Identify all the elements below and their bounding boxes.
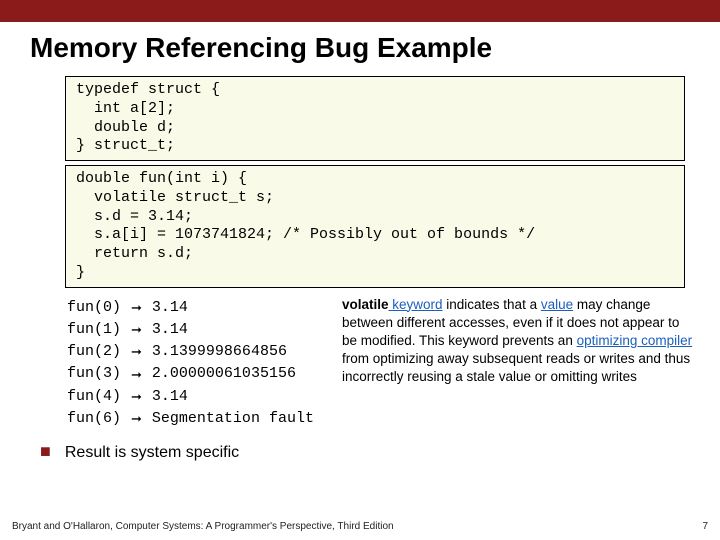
call-cell: fun(6) xyxy=(67,409,129,429)
arrow-icon: ➞ xyxy=(131,409,150,429)
arrow-icon: ➞ xyxy=(131,364,150,384)
table-row: fun(1)➞3.14 xyxy=(67,320,322,340)
text-fragment: from optimizing away subsequent reads or… xyxy=(342,351,690,384)
out-cell: 3.14 xyxy=(152,298,322,318)
results-table: fun(0)➞3.14 fun(1)➞3.14 fun(2)➞3.1399998… xyxy=(65,296,324,432)
kw-volatile: volatile xyxy=(342,297,389,312)
arrow-icon: ➞ xyxy=(131,342,150,362)
out-cell: 3.14 xyxy=(152,387,322,407)
table-row: fun(3)➞2.00000061035156 xyxy=(67,364,322,384)
arrow-icon: ➞ xyxy=(131,320,150,340)
bullet-icon: ■ xyxy=(40,441,51,462)
footer: Bryant and O'Hallaron, Computer Systems:… xyxy=(12,521,708,532)
table-row: fun(6)➞Segmentation fault xyxy=(67,409,322,429)
out-cell: Segmentation fault xyxy=(152,409,322,429)
bullet-item: ■ Result is system specific xyxy=(40,441,324,462)
slide-title: Memory Referencing Bug Example xyxy=(0,22,720,76)
link-optimizing-compiler: optimizing compiler xyxy=(577,333,693,348)
call-cell: fun(4) xyxy=(67,387,129,407)
call-cell: fun(2) xyxy=(67,342,129,362)
out-cell: 3.14 xyxy=(152,320,322,340)
table-row: fun(2)➞3.1399998664856 xyxy=(67,342,322,362)
link-keyword: keyword xyxy=(388,297,442,312)
code-block-struct: typedef struct { int a[2]; double d; } s… xyxy=(65,76,685,161)
arrow-icon: ➞ xyxy=(131,387,150,407)
call-cell: fun(0) xyxy=(67,298,129,318)
slide-number: 7 xyxy=(702,521,708,532)
table-row: fun(4)➞3.14 xyxy=(67,387,322,407)
out-cell: 2.00000061035156 xyxy=(152,364,322,384)
call-cell: fun(3) xyxy=(67,364,129,384)
arrow-icon: ➞ xyxy=(131,298,150,318)
text-fragment: indicates that a xyxy=(443,297,541,312)
out-cell: 3.1399998664856 xyxy=(152,342,322,362)
results-column: fun(0)➞3.14 fun(1)➞3.14 fun(2)➞3.1399998… xyxy=(65,296,324,463)
explanation-text: volatile keyword indicates that a value … xyxy=(342,296,700,463)
header-bar xyxy=(0,0,720,22)
call-cell: fun(1) xyxy=(67,320,129,340)
code-block-fun: double fun(int i) { volatile struct_t s;… xyxy=(65,165,685,288)
bullet-text: Result is system specific xyxy=(65,444,239,462)
footer-citation: Bryant and O'Hallaron, Computer Systems:… xyxy=(12,521,394,532)
link-value: value xyxy=(541,297,573,312)
table-row: fun(0)➞3.14 xyxy=(67,298,322,318)
